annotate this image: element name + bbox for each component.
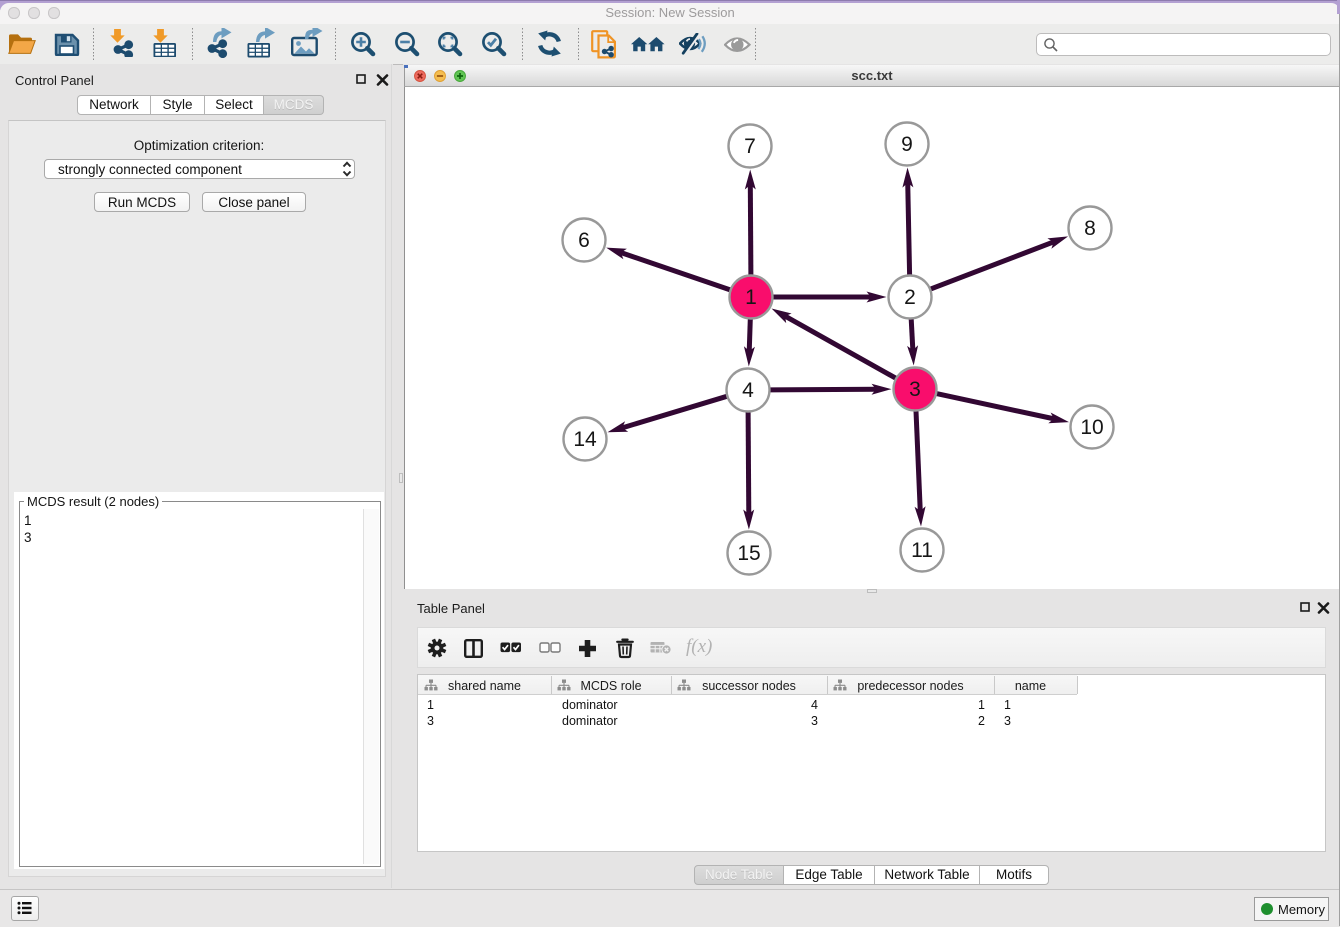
svg-text:4: 4 <box>742 379 754 402</box>
svg-text:14: 14 <box>573 428 597 451</box>
svg-text:9: 9 <box>901 133 913 156</box>
svg-text:10: 10 <box>1080 416 1103 439</box>
svg-text:15: 15 <box>737 542 760 565</box>
svg-text:6: 6 <box>578 229 590 252</box>
svg-text:3: 3 <box>909 378 921 401</box>
svg-text:11: 11 <box>911 539 933 562</box>
svg-text:7: 7 <box>744 135 756 158</box>
svg-text:1: 1 <box>745 286 757 309</box>
svg-text:8: 8 <box>1084 217 1096 240</box>
svg-text:2: 2 <box>904 286 916 309</box>
